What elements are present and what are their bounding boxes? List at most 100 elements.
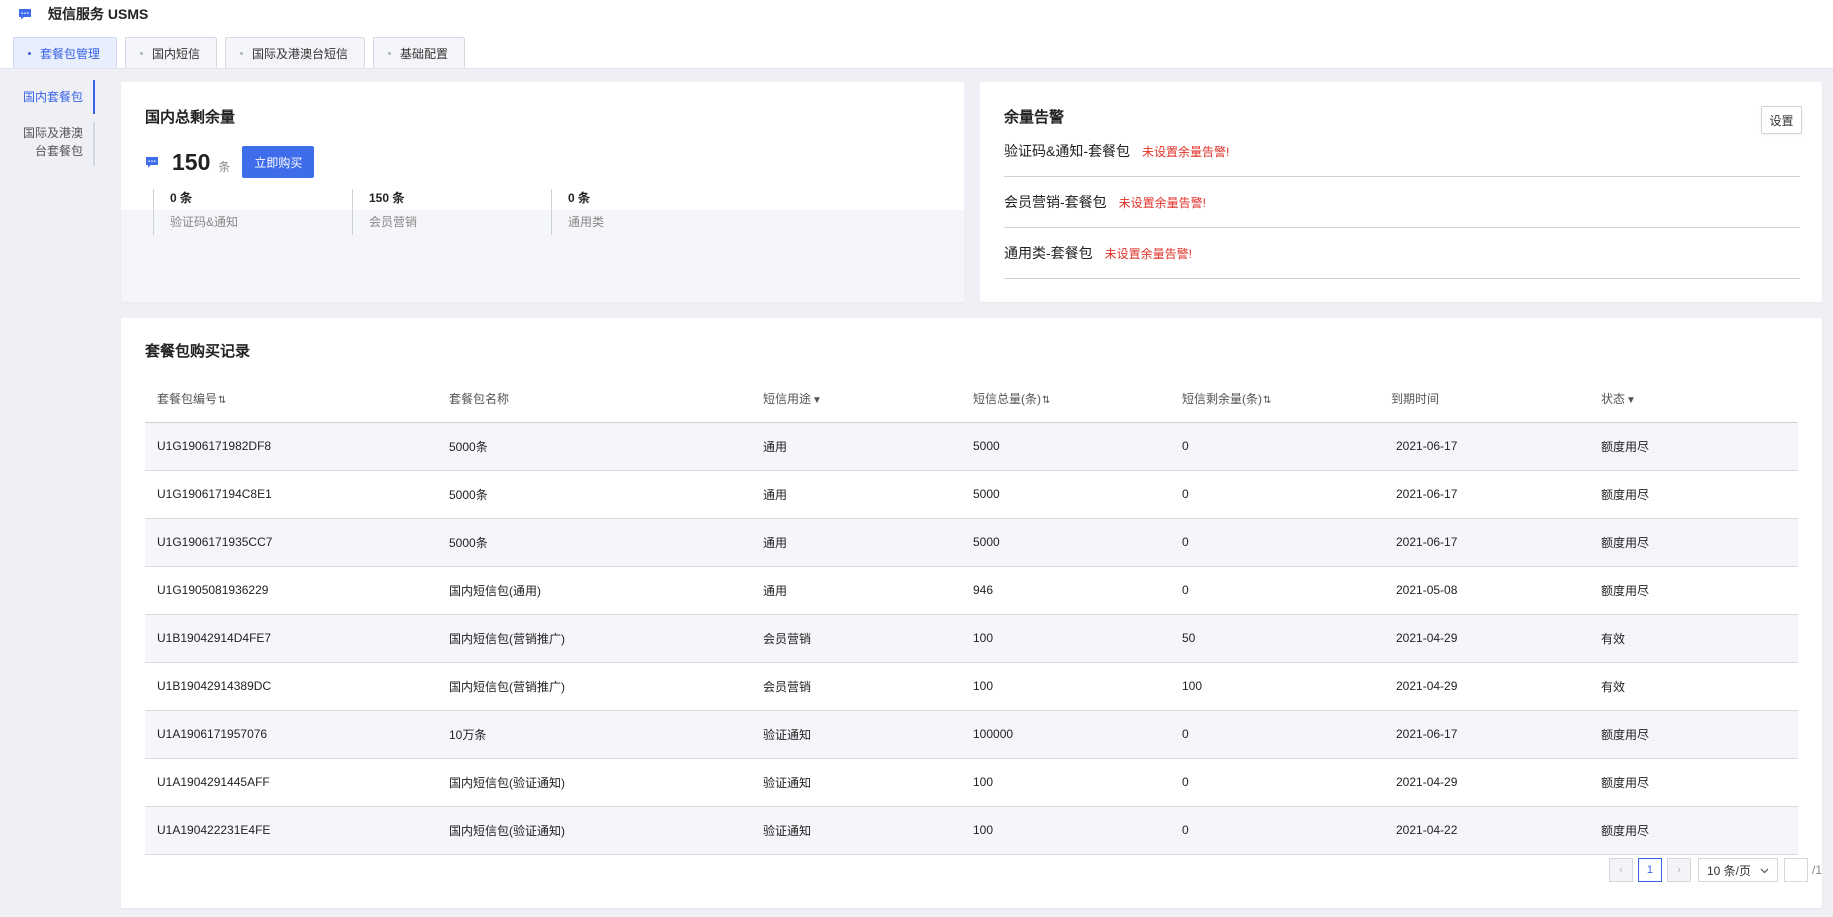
table-row: U1A190422231E4FE 国内短信包(验证通知) 验证通知 100 0 2021-… <box>145 806 1798 855</box>
tab-package-management[interactable]: 套餐包管理 <box>13 37 118 68</box>
cell-remaining: 100 <box>1170 662 1379 711</box>
cell-package-name: 5000条 <box>437 470 751 519</box>
sort-icon[interactable]: ⇅ <box>1042 395 1050 406</box>
sort-icon[interactable]: ⇅ <box>218 395 226 406</box>
cell-package-name: 国内短信包(通用) <box>437 566 751 615</box>
table-row: U1B19042914D4FE7 国内短信包(营销推广) 会员营销 100 50 2021… <box>145 614 1798 663</box>
quota-alert-card: 余量告警 设置 验证码&通知-套餐包 未设置余量告警! 会员营销-套餐包 未设置… <box>980 82 1822 302</box>
col-status[interactable]: 状态▼ <box>1589 376 1798 423</box>
cell-package-id: U1B19042914D4FE7 <box>145 614 437 663</box>
page-number-button[interactable]: 1 <box>1637 858 1662 882</box>
cell-expiry: 2021-04-29 <box>1379 614 1589 663</box>
quota-breakdown <box>121 210 964 302</box>
quota-title: 国内总剩余量 <box>145 109 236 126</box>
cell-package-id: U1G1906171982DF8 <box>145 422 437 471</box>
cell-total: 5000 <box>961 518 1170 567</box>
cell-status: 有效 <box>1589 662 1798 711</box>
quota-item-value: 150 条 <box>369 191 405 205</box>
app-title-row: 短信服务 USMS <box>18 4 148 24</box>
sidenav-item-international-package[interactable]: 国际及港澳 台套餐包 <box>0 122 95 166</box>
tab-label: 基础配置 <box>400 46 449 61</box>
cell-total: 946 <box>961 566 1170 615</box>
cell-package-id: U1B19042914389DC <box>145 662 437 711</box>
total-pages: /1 <box>1811 863 1822 877</box>
tab-basic-config[interactable]: 基础配置 <box>373 37 466 68</box>
alert-row-general: 通用类-套餐包 未设置余量告警! <box>1004 228 1800 279</box>
cell-package-name: 国内短信包(验证通知) <box>437 758 751 807</box>
cell-usage: 通用 <box>751 518 961 567</box>
page-size-select[interactable]: 10 条/页 <box>1697 858 1778 882</box>
records-title: 套餐包购买记录 <box>145 343 251 360</box>
cell-package-name: 国内短信包(验证通知) <box>437 806 751 855</box>
cell-remaining: 0 <box>1170 710 1379 759</box>
buy-now-button[interactable]: 立即购买 <box>242 146 315 178</box>
tab-dot <box>28 51 31 55</box>
col-usage[interactable]: 短信用途▼ <box>751 376 961 423</box>
prev-page-button[interactable]: ‹ <box>1608 858 1633 882</box>
page-size-value: 10 条/页 <box>1706 863 1752 878</box>
table-header-row: 套餐包编号⇅ 套餐包名称 短信用途▼ 短信总量(条)⇅ 短信剩余量(条)⇅ 到期… <box>145 376 1798 423</box>
cell-remaining: 0 <box>1170 470 1379 519</box>
cell-total: 100 <box>961 614 1170 663</box>
cell-package-name: 国内短信包(营销推广) <box>437 662 751 711</box>
cell-usage: 通用 <box>751 470 961 519</box>
message-icon <box>18 8 32 20</box>
cell-remaining: 0 <box>1170 566 1379 615</box>
col-label: 短信用途 <box>763 392 812 407</box>
cell-total: 100 <box>961 806 1170 855</box>
app-header: 短信服务 USMS 套餐包管理 国内短信 国际及港澳台短信 基础配置 <box>0 0 1833 69</box>
cell-package-name: 10万条 <box>437 710 751 759</box>
col-label: 短信总量(条) <box>973 392 1041 407</box>
tab-international-sms[interactable]: 国际及港澳台短信 <box>225 37 366 68</box>
col-remaining[interactable]: 短信剩余量(条)⇅ <box>1170 376 1379 423</box>
cell-remaining: 0 <box>1170 422 1379 471</box>
sort-icon[interactable]: ⇅ <box>1263 395 1271 406</box>
alert-row-name: 通用类-套餐包 <box>1004 245 1093 261</box>
cell-total: 100 <box>961 758 1170 807</box>
page-jump-input[interactable] <box>1783 858 1808 882</box>
col-package-name: 套餐包名称 <box>437 376 751 423</box>
cell-total: 100000 <box>961 710 1170 759</box>
cell-package-id: U1G190617194C8E1 <box>145 470 437 519</box>
tab-label: 国内短信 <box>152 46 201 61</box>
col-label: 套餐包名称 <box>449 392 510 407</box>
quota-item-label: 验证码&通知 <box>170 215 239 229</box>
table-row: U1B19042914389DC 国内短信包(营销推广) 会员营销 100 100 202… <box>145 662 1798 711</box>
cell-usage: 验证通知 <box>751 806 961 855</box>
col-package-id[interactable]: 套餐包编号⇅ <box>145 376 437 423</box>
cell-status: 额度用尽 <box>1589 470 1798 519</box>
quota-item-label: 通用类 <box>568 215 605 229</box>
col-total[interactable]: 短信总量(条)⇅ <box>961 376 1170 423</box>
cell-status: 额度用尽 <box>1589 518 1798 567</box>
tab-bar: 套餐包管理 国内短信 国际及港澳台短信 基础配置 <box>13 37 473 68</box>
cell-expiry: 2021-06-17 <box>1379 470 1589 519</box>
alert-row-warning: 未设置余量告警! <box>1118 195 1207 210</box>
quota-item-value: 0 条 <box>170 191 193 205</box>
col-label: 状态 <box>1601 392 1626 407</box>
col-label: 套餐包编号 <box>157 392 218 407</box>
cell-package-id: U1A190422231E4FE <box>145 806 437 855</box>
cell-package-id: U1A1904291445AFF <box>145 758 437 807</box>
alert-row-marketing: 会员营销-套餐包 未设置余量告警! <box>1004 177 1800 228</box>
cell-status: 有效 <box>1589 614 1798 663</box>
cell-usage: 会员营销 <box>751 614 961 663</box>
col-label: 短信剩余量(条) <box>1182 392 1262 407</box>
quota-item-label: 会员营销 <box>369 215 418 229</box>
tab-domestic-sms[interactable]: 国内短信 <box>125 37 218 68</box>
records-table: 套餐包编号⇅ 套餐包名称 短信用途▼ 短信总量(条)⇅ 短信剩余量(条)⇅ 到期… <box>145 376 1798 855</box>
cell-status: 额度用尽 <box>1589 806 1798 855</box>
alert-row-warning: 未设置余量告警! <box>1104 246 1193 261</box>
cell-expiry: 2021-04-22 <box>1379 806 1589 855</box>
quota-total-value: 150 <box>172 148 211 175</box>
cell-expiry: 2021-04-29 <box>1379 662 1589 711</box>
filter-icon[interactable]: ▼ <box>812 395 822 406</box>
next-page-button[interactable]: › <box>1666 858 1691 882</box>
cell-expiry: 2021-04-29 <box>1379 758 1589 807</box>
cell-usage: 验证通知 <box>751 710 961 759</box>
cell-package-name: 国内短信包(营销推广) <box>437 614 751 663</box>
sidenav-item-domestic-package[interactable]: 国内套餐包 <box>0 80 95 114</box>
cell-status: 额度用尽 <box>1589 422 1798 471</box>
cell-expiry: 2021-06-17 <box>1379 422 1589 471</box>
cell-status: 额度用尽 <box>1589 710 1798 759</box>
filter-icon[interactable]: ▼ <box>1626 395 1636 406</box>
